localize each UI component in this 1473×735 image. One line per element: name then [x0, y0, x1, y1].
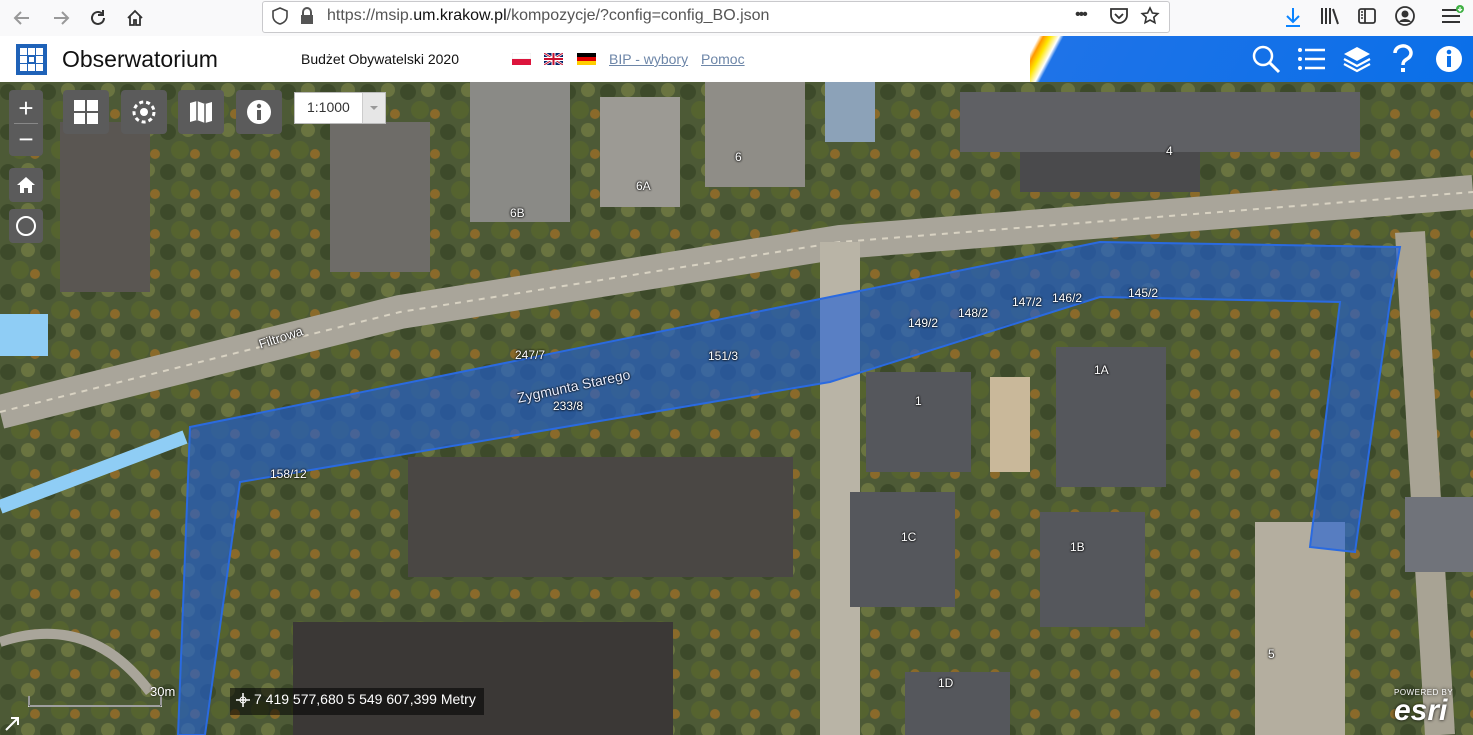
download-icon[interactable]	[1283, 6, 1303, 33]
building-label: 1A	[1094, 363, 1109, 377]
esri-logo-text: esri	[1394, 694, 1448, 727]
map-icon	[190, 101, 212, 123]
app-title: Obserwatorium	[62, 46, 218, 72]
shield-icon[interactable]	[271, 7, 289, 30]
scalebar-label: 30m	[150, 684, 176, 699]
url-text: https://msip.um.krakow.pl/kompozycje/?co…	[327, 7, 770, 24]
browser-toolbar: https://msip.um.krakow.pl/kompozycje/?co…	[0, 0, 1473, 37]
header-toolbar	[1030, 36, 1473, 82]
lock-icon[interactable]	[299, 7, 315, 30]
flag-gb-icon[interactable]	[543, 51, 564, 67]
coordinates-readout: 7 419 577,680 5 549 607,399 Metry	[230, 688, 484, 715]
map-view[interactable]: Filtrowa Zygmunta Starego 247/7 151/3 14…	[0, 82, 1473, 735]
info-icon	[247, 100, 271, 124]
bip-wybory-link[interactable]: BIP - wybory	[609, 51, 688, 67]
building-label: 6A	[636, 179, 651, 193]
parcel-label: 151/3	[708, 349, 739, 363]
chevron-down-icon	[370, 106, 378, 110]
library-icon[interactable]	[1320, 6, 1342, 31]
scale-value: 1:1000	[307, 99, 350, 115]
scale-dropdown-button[interactable]	[362, 93, 385, 123]
home-extent-button[interactable]	[9, 168, 43, 202]
map-button[interactable]	[178, 90, 224, 134]
page-actions-menu[interactable]: •••	[1075, 6, 1088, 24]
help-icon[interactable]	[1387, 43, 1419, 75]
parcel-label: 147/2	[1012, 295, 1043, 309]
zoom-in-button[interactable]: +	[18, 93, 33, 123]
pomoc-link[interactable]: Pomoc	[701, 51, 745, 67]
layers-icon[interactable]	[1341, 43, 1373, 75]
building-label: 5	[1268, 647, 1275, 661]
search-icon[interactable]	[1250, 43, 1282, 75]
basemap-gallery-button[interactable]	[63, 90, 109, 134]
parcel-label: 149/2	[908, 316, 939, 330]
gear-compass-icon	[132, 100, 156, 124]
back-icon[interactable]	[8, 4, 36, 32]
locate-button[interactable]	[9, 209, 43, 243]
sidebar-icon[interactable]	[1357, 6, 1377, 31]
flag-pl-icon[interactable]	[511, 52, 532, 65]
app-logo-icon	[16, 44, 47, 75]
home-icon[interactable]	[121, 4, 149, 32]
building-label: 1C	[901, 530, 917, 544]
parcel-label: 233/8	[553, 399, 584, 413]
coordinates-text: 7 419 577,680 5 549 607,399 Metry	[254, 691, 476, 707]
list-icon[interactable]	[1296, 43, 1328, 75]
building-label: 1B	[1070, 540, 1085, 554]
parcel-label: 148/2	[958, 306, 989, 320]
parcel-label: 247/7	[515, 348, 546, 362]
app-header: Obserwatorium Budżet Obywatelski 2020 BI…	[0, 36, 1473, 82]
app-subtitle: Budżet Obywatelski 2020	[301, 51, 459, 67]
building-label: 6B	[510, 206, 525, 220]
identify-button[interactable]	[236, 90, 282, 134]
esri-logo[interactable]: POWERED BY esri	[1394, 688, 1453, 727]
crosshair-icon	[236, 693, 250, 710]
parcel-label: 146/2	[1052, 291, 1083, 305]
zoom-out-button[interactable]: −	[18, 124, 33, 154]
bookmark-star-icon[interactable]	[1140, 6, 1160, 31]
scalebar	[28, 696, 162, 707]
scale-select[interactable]: 1:1000	[294, 92, 386, 124]
pocket-icon[interactable]	[1109, 7, 1129, 30]
aerial-imagery	[0, 82, 1473, 735]
parcel-label: 158/12	[270, 467, 307, 481]
building-label: 4	[1166, 144, 1173, 158]
grid-icon	[74, 100, 98, 124]
building-label: 6	[735, 150, 742, 164]
forward-icon[interactable]	[47, 4, 75, 32]
parcel-label: 145/2	[1128, 286, 1159, 300]
account-icon[interactable]	[1394, 5, 1416, 32]
locate-icon	[16, 216, 36, 236]
address-bar[interactable]: https://msip.um.krakow.pl/kompozycje/?co…	[262, 1, 1170, 33]
menu-icon[interactable]	[1440, 4, 1464, 33]
reload-icon[interactable]	[84, 4, 112, 32]
home-icon	[17, 177, 35, 193]
zoom-control: + −	[9, 90, 43, 156]
flag-de-icon[interactable]	[577, 52, 596, 65]
info-icon[interactable]	[1433, 43, 1465, 75]
tools-button[interactable]	[121, 90, 167, 134]
building-label: 1D	[938, 676, 954, 690]
building-label: 1	[915, 394, 922, 408]
expand-arrow-icon[interactable]	[4, 716, 20, 735]
